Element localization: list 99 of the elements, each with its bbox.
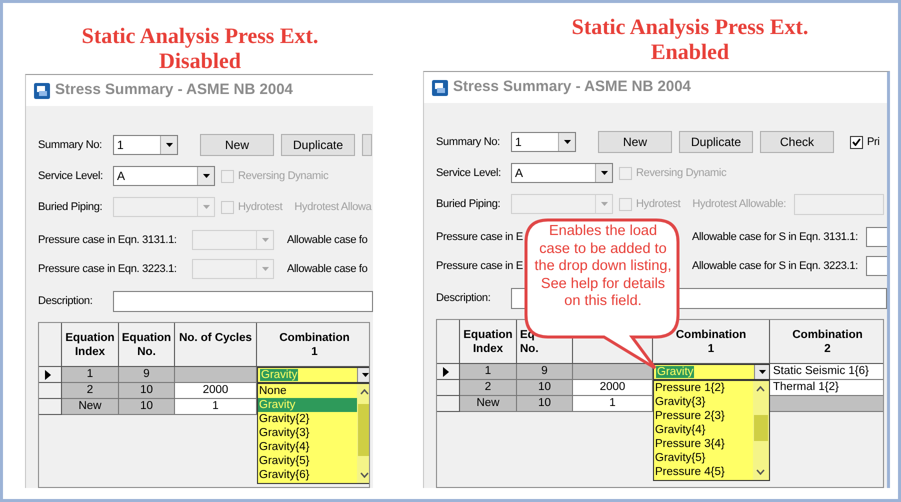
- scroll-up-icon: [756, 386, 765, 392]
- list-item[interactable]: Gravity{3}: [258, 426, 357, 440]
- table-cell: 1: [460, 364, 517, 380]
- field-label: Description:: [436, 291, 492, 306]
- table-cell: 1: [573, 396, 653, 412]
- field-label: Buried Piping:: [436, 196, 502, 212]
- field-label: Pressure case in Eqn. 3223.1:: [38, 262, 177, 277]
- field-label: Allowable case for S in Eqn. 3223.1:: [692, 258, 858, 274]
- field-label: Summary No:: [38, 138, 103, 153]
- table-cell: 2: [62, 383, 119, 399]
- dropdown-arrow-icon: [262, 238, 268, 242]
- field-label: Pri: [867, 134, 880, 150]
- field-label: Hydrotest Allowa: [294, 200, 372, 215]
- scrollbar-thumb[interactable]: [754, 415, 768, 441]
- field-label: Summary No:: [436, 134, 501, 150]
- field-label: Hydrotest: [636, 196, 680, 212]
- list-item[interactable]: Gravity{5}: [258, 454, 357, 468]
- toolbar-button[interactable]: Check: [760, 131, 834, 153]
- description-field[interactable]: [113, 291, 373, 312]
- row-header[interactable]: [437, 380, 460, 396]
- list-item[interactable]: Gravity{2}: [258, 412, 357, 426]
- row-header[interactable]: [437, 364, 460, 380]
- scroll-down-icon: [756, 469, 765, 475]
- scroll-down-icon: [360, 472, 369, 478]
- toolbar-button[interactable]: Duplicate: [281, 134, 355, 156]
- table-cell: 10: [517, 396, 573, 412]
- list-item[interactable]: Pressure 4{5}: [654, 465, 753, 479]
- scroll-up-icon: [360, 389, 369, 395]
- scrollbar[interactable]: [357, 384, 369, 483]
- table-cell: 2000: [175, 383, 257, 399]
- row-pointer-icon: [45, 370, 51, 380]
- list-item[interactable]: Gravity{6}: [258, 468, 357, 482]
- list-item[interactable]: None: [258, 384, 357, 398]
- field-label: Allowable case fo: [287, 232, 368, 248]
- toolbar-button[interactable]: Duplicate: [679, 131, 753, 153]
- list-item[interactable]: Pressure 3{4}: [654, 437, 753, 451]
- table-cell: 1: [175, 399, 257, 415]
- field-label: Service Level:: [38, 168, 104, 184]
- table-cell: 10: [517, 380, 573, 396]
- table-cell: Static Seismic 1{6}: [770, 364, 883, 380]
- field-label: Reversing Dynamic: [636, 166, 726, 181]
- app-icon: [34, 82, 50, 98]
- field-label: Pressure case in E: [436, 258, 523, 274]
- toolbar-button[interactable]: New: [598, 131, 672, 153]
- row-header[interactable]: [437, 396, 460, 412]
- callout-text: Enables the load case to be added to the drop down listing, See help for details on this field.: [533, 223, 673, 310]
- list-item[interactable]: Gravity{4}: [258, 440, 357, 454]
- scrollbar-thumb[interactable]: [358, 404, 369, 456]
- row-header[interactable]: [39, 367, 62, 383]
- table-cell: New: [62, 399, 119, 415]
- list-item[interactable]: Gravity{3}: [654, 395, 753, 409]
- table-cell: 2000: [573, 380, 653, 396]
- dropdown-arrow-icon: [202, 174, 210, 178]
- window-title: Stress Summary - ASME NB 2004: [453, 77, 691, 98]
- table-cell: 1: [62, 367, 119, 383]
- field-label: Description:: [38, 294, 94, 310]
- dropdown-arrow-icon: [362, 373, 368, 377]
- dropdown-arrow-icon: [600, 171, 608, 175]
- window-title: Stress Summary - ASME NB 2004: [55, 80, 293, 100]
- row-pointer-icon: [443, 366, 449, 376]
- combo-box[interactable]: 1: [113, 135, 178, 155]
- field-label: Pressure case in Eqn. 3131.1:: [38, 232, 177, 248]
- caption: Static Analysis Press Ext. Enabled: [570, 14, 810, 64]
- scrollbar[interactable]: [753, 381, 769, 480]
- list-item[interactable]: Pressure 1{2}: [654, 381, 753, 395]
- caption: Static Analysis Press Ext. Disabled: [80, 23, 320, 73]
- table-cell: New: [460, 396, 517, 412]
- row-header[interactable]: [39, 383, 62, 399]
- table-cell: 9: [517, 364, 573, 380]
- combo-box[interactable]: 1: [511, 132, 576, 152]
- field-label: Allowable case fo: [287, 262, 368, 277]
- dropdown-arrow-icon: [600, 202, 608, 206]
- checkbox[interactable]: [850, 136, 863, 148]
- list-item[interactable]: Gravity{5}: [654, 451, 753, 465]
- dropdown-arrow-icon: [202, 205, 210, 209]
- list-item[interactable]: Pressure 2{3}: [654, 409, 753, 423]
- table-cell: 9: [119, 367, 175, 383]
- combo-box[interactable]: A: [113, 166, 215, 186]
- combo-box[interactable]: A: [511, 163, 613, 183]
- table-cell: 10: [119, 383, 175, 399]
- field-label: Service Level:: [436, 166, 502, 181]
- toolbar-button[interactable]: New: [200, 134, 274, 156]
- field-label: Allowable case for S in Eqn. 3131.1:: [692, 230, 858, 245]
- row-header[interactable]: [39, 399, 62, 415]
- dropdown-arrow-icon: [564, 140, 570, 144]
- field-label: Hydrotest Allowable:: [692, 196, 786, 212]
- app-icon: [432, 80, 448, 96]
- field-label: Pressure case in E: [436, 230, 523, 245]
- field-label: Buried Piping:: [38, 200, 104, 215]
- table-cell: 2: [460, 380, 517, 396]
- list-item[interactable]: Gravity{4}: [654, 423, 753, 437]
- table-cell: Thermal 1{2}: [770, 380, 883, 396]
- dropdown-arrow-icon: [758, 370, 766, 374]
- toolbar-button[interactable]: [362, 134, 372, 156]
- dropdown-arrow-icon: [262, 267, 268, 271]
- dropdown-arrow-icon: [166, 143, 172, 147]
- field-label: Reversing Dynamic: [238, 168, 328, 184]
- field-label: Hydrotest: [238, 200, 282, 215]
- table-cell: 10: [119, 399, 175, 415]
